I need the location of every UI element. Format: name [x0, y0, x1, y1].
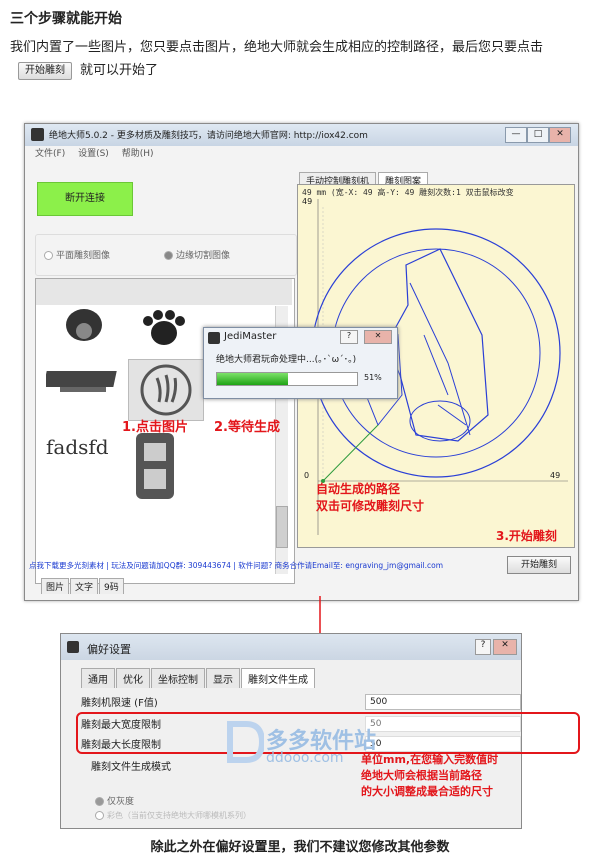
help-icon[interactable]: ? [340, 330, 358, 344]
page-heading: 三个步骤就能开始 [10, 11, 122, 27]
gallery-tabs: 图片 文字 9码 [41, 578, 125, 594]
thumb-claw-icon[interactable] [128, 359, 204, 421]
menu-settings[interactable]: 设置(S) [78, 149, 109, 159]
dialog-title: JediMaster [224, 331, 277, 342]
intro-paragraph: 我们内置了一些图片，您只要点击图片，绝地大师就会生成相应的控制路径，最后您只要点… [10, 36, 590, 82]
minimize-button[interactable]: — [505, 127, 527, 143]
step2-annotation: 2.等待生成 [214, 420, 280, 435]
generation-mode-label: 雕刻文件生成模式 [91, 762, 171, 773]
progress-dialog: JediMaster ? ✕ 绝地大师君玩命处理中...(｡･`ω´･｡) 51… [203, 327, 398, 399]
dialog-app-icon [208, 332, 220, 344]
unit-line2: 绝地大师会根据当前路径 [361, 769, 482, 782]
axis-label-left: 49 [302, 197, 313, 206]
tab-coordinate[interactable]: 坐标控制 [151, 668, 205, 688]
progress-bar [216, 372, 358, 386]
speed-limit-input[interactable]: 500 [365, 694, 521, 710]
tab-general[interactable]: 通用 [81, 668, 115, 688]
window-title: 绝地大师5.0.2 - 更多材质及雕刻技巧，请访问绝地大师官网: http://… [49, 131, 368, 141]
app-icon [31, 128, 44, 141]
mode-grayscale-option[interactable]: 仅灰度 [95, 794, 134, 807]
unit-line3: 的大小调整成最合适的尺寸 [361, 785, 493, 798]
progress-fill [217, 373, 289, 385]
watermark-logo-icon [227, 721, 264, 763]
dialog-message: 绝地大师君玩命处理中...(｡･`ω´･｡) [216, 355, 357, 365]
radio-selected-icon [164, 251, 173, 260]
tab-display[interactable]: 显示 [206, 668, 240, 688]
menu-help[interactable]: 帮助(H) [122, 149, 154, 159]
axis-zero: 0 [304, 471, 310, 480]
dialog-close-icon[interactable]: ✕ [364, 330, 392, 344]
watermark-url: ddooo.com [266, 750, 344, 766]
footer-note: 除此之外在偏好设置里，我们不建议您修改其他参数 [150, 840, 450, 855]
radio-icon [44, 251, 53, 260]
gallery-scroll-thumb[interactable] [276, 506, 288, 548]
settings-title-bar: 偏好设置 ? ✕ [61, 634, 521, 660]
tab-text[interactable]: 文字 [70, 578, 99, 594]
auto-path-annotation: 自动生成的路径 双击可修改雕刻尺寸 [316, 481, 424, 515]
unit-line1: 单位mm,在您输入完数值时 [361, 753, 499, 766]
menu-bar: 文件(F) 设置(S) 帮助(H) [25, 146, 578, 162]
tab-images[interactable]: 图片 [41, 578, 70, 594]
gallery-header [36, 279, 292, 305]
step1-annotation: 1.点击图片 [122, 420, 188, 435]
intro-text-before: 我们内置了一些图片，您只要点击图片，绝地大师就会生成相应的控制路径，最后您只要点… [10, 40, 544, 55]
menu-file[interactable]: 文件(F) [35, 149, 65, 159]
tab-optimize[interactable]: 优化 [116, 668, 150, 688]
auto-path-line1: 自动生成的路径 [316, 482, 401, 496]
start-engrave-button[interactable]: 开始雕刻 [507, 556, 571, 574]
thumb-logo-icon[interactable] [43, 365, 120, 397]
tab-file-generation[interactable]: 雕刻文件生成 [241, 668, 315, 688]
thumb-hair-icon[interactable] [48, 309, 120, 353]
radio-flat[interactable]: 平面雕刻图像 [44, 248, 110, 261]
thumb-paw-icon[interactable] [128, 309, 200, 353]
radio-icon [95, 811, 104, 820]
unit-annotation: 单位mm,在您输入完数值时 绝地大师会根据当前路径 的大小调整成最合适的尺寸 [361, 752, 498, 800]
settings-app-icon [67, 641, 79, 653]
thumb-text[interactable]: fadsfd [46, 435, 109, 459]
radio-selected-icon [95, 797, 104, 806]
thumb-seal-icon[interactable] [132, 429, 178, 503]
disconnect-button[interactable]: 断开连接 [37, 182, 133, 216]
title-bar: 绝地大师5.0.2 - 更多材质及雕刻技巧，请访问绝地大师官网: http://… [25, 124, 578, 146]
mode-radio-group: 平面雕刻图像 边缘切割图像 [35, 234, 297, 276]
inline-start-button: 开始雕刻 [18, 61, 72, 80]
auto-path-line2: 双击可修改雕刻尺寸 [316, 499, 425, 513]
close-button[interactable]: ✕ [549, 127, 571, 143]
step3-annotation: 3.开始雕刻 [496, 529, 557, 543]
intro-text-after: 就可以开始了 [80, 63, 159, 78]
settings-title: 偏好设置 [87, 643, 131, 656]
speed-limit-row: 雕刻机限速 (F值) 500 ▲▼ [81, 694, 521, 710]
maximize-button[interactable]: □ [527, 127, 549, 143]
progress-percent: 51% [364, 373, 382, 382]
settings-close-icon[interactable]: ✕ [493, 639, 517, 655]
radio-edge[interactable]: 边缘切割图像 [164, 248, 230, 261]
mode-color-option[interactable]: 彩色（当前仅支持绝地大师哪模机系列） [95, 810, 251, 821]
settings-help-icon[interactable]: ? [475, 639, 491, 655]
speed-limit-label: 雕刻机限速 (F值) [81, 698, 158, 709]
tab-code[interactable]: 9码 [99, 578, 124, 594]
status-bar[interactable]: 点我下载更多光刻素材 | 玩法及问题请加QQ群: 309443674 | 软件问… [29, 560, 582, 580]
settings-tabs: 通用 优化 坐标控制 显示 雕刻文件生成 [81, 668, 316, 688]
speed-limit-spinner[interactable]: ▲▼ [521, 694, 522, 710]
axis-label-x: 49 [550, 471, 561, 480]
